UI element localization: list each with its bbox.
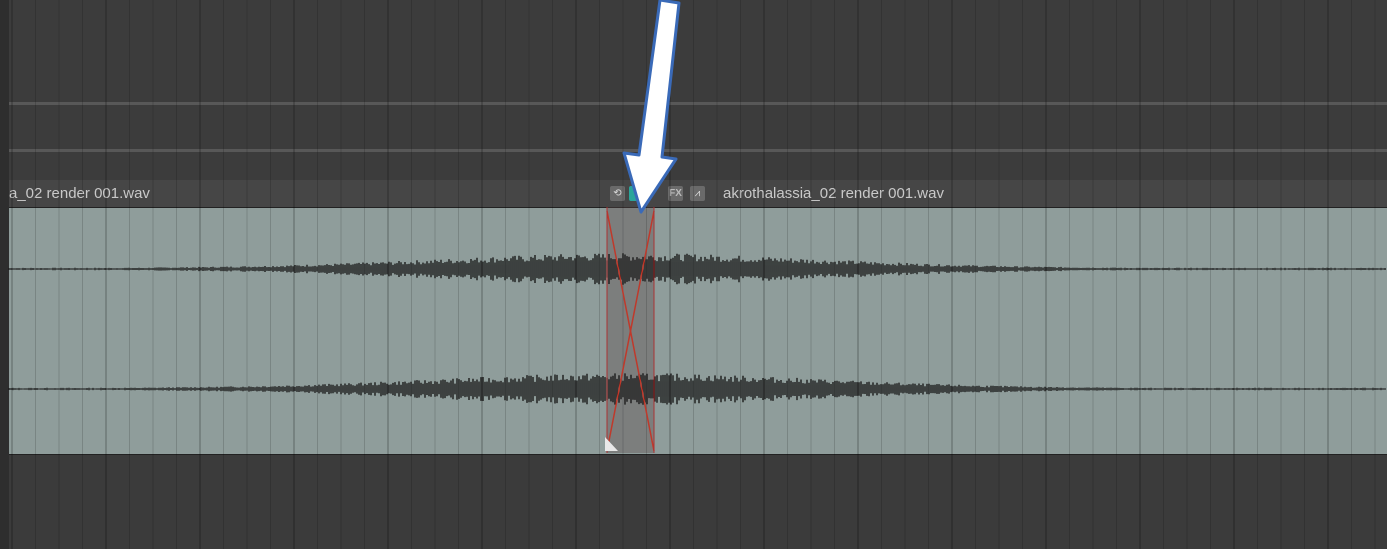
waveform-channel: [8, 373, 1386, 405]
waveforms: [8, 253, 1386, 405]
waveform-overlay: [8, 0, 1386, 549]
waveform-channel: [8, 253, 1386, 285]
pointer-arrow-icon: [622, 0, 681, 214]
arrange-view: a_02 render 001.wav akrothalassia_02 ren…: [0, 0, 1387, 549]
